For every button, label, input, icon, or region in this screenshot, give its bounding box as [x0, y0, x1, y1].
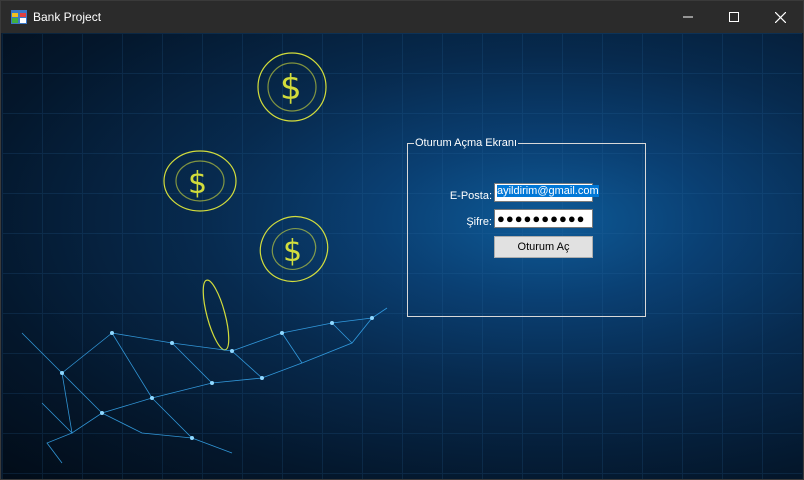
app-window: Bank Project $ $ $ Oturum Açma Ekranı E-…: [0, 0, 804, 480]
coin-icon: $: [163, 150, 237, 212]
app-icon: [11, 10, 27, 24]
hand-wireframe: [21, 307, 388, 464]
close-icon: [774, 11, 786, 23]
title-bar[interactable]: Bank Project: [1, 1, 803, 33]
minimize-icon: [683, 16, 693, 18]
maximize-icon: [729, 12, 739, 22]
sparkle-dots: [60, 316, 374, 440]
email-label: E-Posta:: [449, 190, 492, 202]
coin-icon: $: [257, 52, 327, 122]
svg-text:$: $: [283, 234, 302, 269]
background-image: $ $ $ Oturum Açma Ekranı E-Posta: ayildi…: [2, 33, 802, 479]
login-button[interactable]: Oturum Aç: [494, 236, 593, 258]
window-title: Bank Project: [33, 10, 102, 24]
svg-text:$: $: [188, 166, 207, 201]
login-group-title: Oturum Açma Ekranı: [415, 137, 518, 149]
minimize-button[interactable]: [665, 1, 711, 33]
hand-coins-illustration: $ $ $: [21, 52, 388, 464]
close-button[interactable]: [757, 1, 803, 33]
email-field[interactable]: ayildirim@gmail.com: [494, 183, 599, 202]
password-label: Şifre:: [466, 216, 492, 228]
email-value: ayildirim@gmail.com: [497, 185, 599, 197]
coin-icon: [202, 279, 230, 351]
password-field[interactable]: ●●●●●●●●●●: [494, 209, 593, 228]
svg-text:$: $: [280, 68, 302, 108]
coin-icon: $: [259, 216, 329, 282]
maximize-button[interactable]: [711, 1, 757, 33]
